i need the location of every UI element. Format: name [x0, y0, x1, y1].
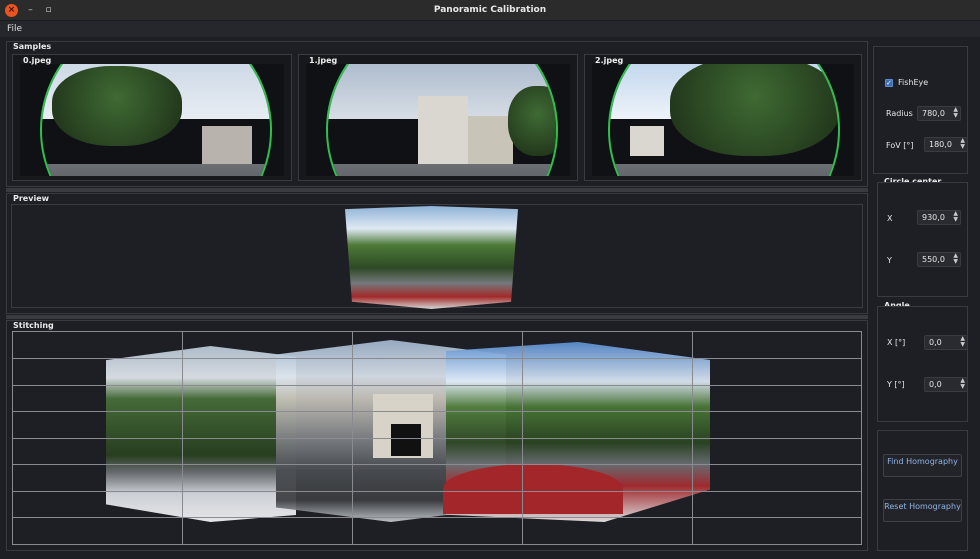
splitter-preview-stitching[interactable] — [6, 315, 868, 319]
center-y-spinbox[interactable]: 550,0 ▲ ▼ — [917, 252, 961, 267]
grid-line — [13, 464, 861, 465]
sample-2-image — [592, 64, 854, 176]
spin-arrows-icon[interactable]: ▲ ▼ — [960, 336, 965, 348]
car-hood-shape — [443, 464, 623, 514]
spin-arrows-icon[interactable]: ▲ ▼ — [953, 253, 958, 265]
spin-arrows-icon[interactable]: ▲ ▼ — [960, 138, 965, 150]
grid-line — [13, 438, 861, 439]
radius-label: Radius — [886, 109, 913, 118]
title-bar: × – ▫ Panoramic Calibration — [0, 0, 980, 21]
sample-1-label: 1.jpeg — [309, 56, 338, 65]
grid-line — [522, 332, 523, 544]
center-x-value: 930,0 — [922, 213, 945, 222]
grid-line — [13, 358, 861, 359]
stitching-canvas[interactable] — [12, 331, 862, 545]
sample-1[interactable]: 1.jpeg — [298, 54, 578, 181]
circle-center-panel — [877, 182, 968, 297]
house-door-shape — [391, 424, 421, 456]
grid-line — [182, 332, 183, 544]
splitter-samples-preview[interactable] — [6, 188, 868, 192]
fov-value: 180,0 — [929, 140, 952, 149]
sample-0[interactable]: 0.jpeg — [12, 54, 292, 181]
angle-y-spinbox[interactable]: 0,0 ▲ ▼ — [924, 377, 968, 392]
grid-line — [13, 517, 861, 518]
angle-x-spinbox[interactable]: 0,0 ▲ ▼ — [924, 335, 968, 350]
fov-label: FoV [°] — [886, 141, 914, 150]
fisheye-circle — [326, 64, 558, 176]
sample-0-image — [20, 64, 284, 176]
radius-spinbox[interactable]: 780,0 ▲ ▼ — [917, 106, 961, 121]
grid-line — [692, 332, 693, 544]
sample-2-label: 2.jpeg — [595, 56, 624, 65]
center-x-spinbox[interactable]: 930,0 ▲ ▼ — [917, 210, 961, 225]
reset-homography-button[interactable]: Reset Homography — [883, 499, 962, 522]
angle-y-label: Y [°] — [887, 380, 905, 389]
stitched-image-0[interactable] — [106, 346, 296, 522]
stitching-title: Stitching — [13, 321, 54, 330]
grid-line — [13, 491, 861, 492]
angle-x-label: X [°] — [887, 338, 906, 347]
radius-value: 780,0 — [922, 109, 945, 118]
angle-panel — [877, 306, 968, 422]
sample-1-image — [306, 64, 570, 176]
fov-spinbox[interactable]: 180,0 ▲ ▼ — [924, 137, 968, 152]
center-y-label: Y — [887, 256, 892, 265]
preview-panorama-image — [345, 206, 518, 309]
spin-arrows-icon[interactable]: ▲ ▼ — [953, 211, 958, 223]
grid-line — [13, 385, 861, 386]
fisheye-checkbox[interactable]: ✓ — [885, 79, 893, 87]
spin-arrows-icon[interactable]: ▲ ▼ — [960, 378, 965, 390]
grid-line — [13, 411, 861, 412]
sample-0-label: 0.jpeg — [23, 56, 52, 65]
center-y-value: 550,0 — [922, 255, 945, 264]
fisheye-circle — [40, 64, 272, 176]
angle-x-value: 0,0 — [929, 338, 942, 347]
fisheye-checkbox-label: FishEye — [898, 78, 929, 87]
angle-y-value: 0,0 — [929, 380, 942, 389]
preview-title: Preview — [13, 194, 50, 203]
fisheye-circle — [608, 64, 840, 176]
spin-arrows-icon[interactable]: ▲ ▼ — [953, 107, 958, 119]
samples-title: Samples — [13, 42, 52, 51]
actions-panel — [877, 430, 968, 551]
menu-file[interactable]: File — [7, 24, 22, 34]
window-title: Panoramic Calibration — [433, 5, 547, 15]
grid-line — [352, 332, 353, 544]
find-homography-button[interactable]: Find Homography — [883, 454, 962, 477]
menu-bar: File — [0, 21, 980, 37]
sample-2[interactable]: 2.jpeg — [584, 54, 862, 181]
center-x-label: X — [887, 214, 893, 223]
